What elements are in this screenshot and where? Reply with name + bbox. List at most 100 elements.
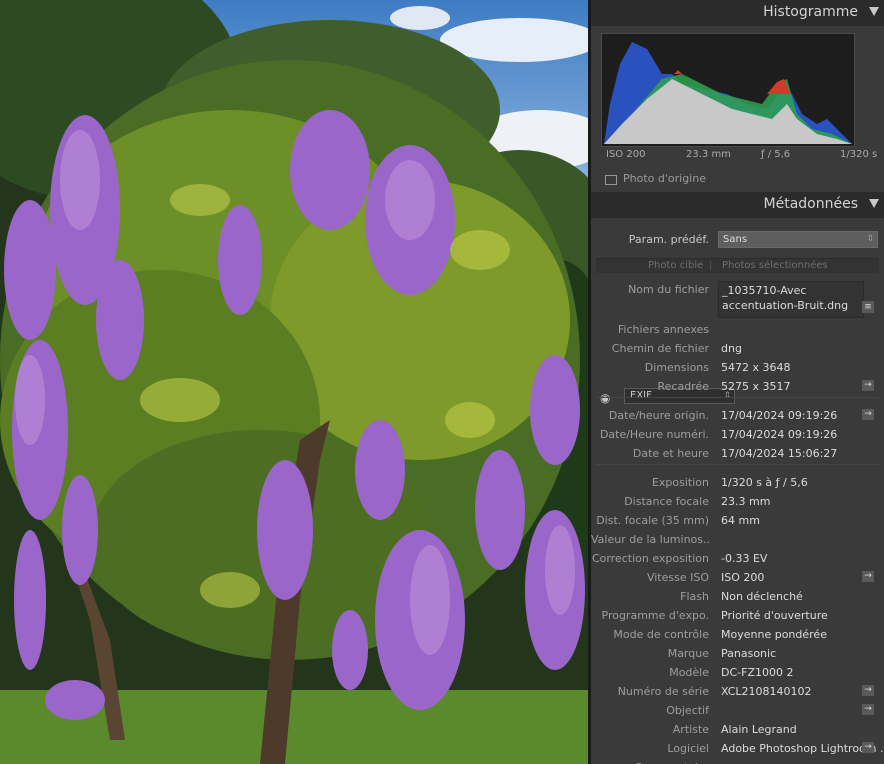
meta-value: 17/04/2024 09:19:26 xyxy=(721,428,838,441)
histogram-header[interactable]: Histogramme xyxy=(591,0,884,26)
meta-label: Chemin de fichier xyxy=(611,342,709,355)
meta-value: 5275 x 3517 xyxy=(721,380,791,393)
meta-row: Marque Panasonic xyxy=(591,644,884,663)
meta-label: Objectif xyxy=(666,704,709,717)
meta-value: Panasonic xyxy=(721,647,777,660)
meta-row: Fichiers annexes xyxy=(591,320,884,339)
meta-row: Artiste Alain Legrand xyxy=(591,720,884,739)
meta-value: -0.33 EV xyxy=(721,552,768,565)
list-icon[interactable]: ≡ xyxy=(862,301,874,313)
tab-divider: | xyxy=(709,260,713,271)
meta-value: 17/04/2024 09:19:26 xyxy=(721,409,838,422)
dropdown-icon: ⇕ xyxy=(866,234,874,244)
meta-value: 23.3 mm xyxy=(721,495,771,508)
meta-value: DC-FZ1000 2 xyxy=(721,666,794,679)
photo-preview[interactable] xyxy=(0,0,588,764)
meta-label: Exposition xyxy=(651,476,709,489)
meta-row: Commentaire xyxy=(591,758,884,764)
meta-value: XCL2108140102 xyxy=(721,685,812,698)
goto-arrow-icon[interactable]: → xyxy=(862,409,874,420)
target-tabs: Photo cible | Photos sélectionnées xyxy=(596,258,879,273)
meta-row: Date/Heure numéri. 17/04/2024 09:19:26 xyxy=(591,425,884,444)
meta-label: Correction exposition xyxy=(591,552,709,565)
preset-label: Param. prédéf. xyxy=(628,233,709,246)
goto-arrow-icon[interactable]: → xyxy=(862,685,874,696)
collapse-triangle-icon[interactable] xyxy=(869,7,879,16)
meta-value: Non déclenché xyxy=(721,590,803,603)
meta-row: Flash Non déclenché xyxy=(591,587,884,606)
meta-row: Date/heure origin. 17/04/2024 09:19:26 → xyxy=(591,406,884,425)
meta-value: ISO 200 xyxy=(721,571,765,584)
filename-line-2: accentuation-Bruit.dng xyxy=(722,299,849,312)
meta-value: 64 mm xyxy=(721,514,760,527)
meta-row: Programme d'expo. Priorité d'ouverture xyxy=(591,606,884,625)
goto-arrow-icon[interactable]: → xyxy=(862,704,874,715)
meta-label: Logiciel xyxy=(667,742,709,755)
meta-value: Moyenne pondérée xyxy=(721,628,827,641)
meta-value: Alain Legrand xyxy=(721,723,797,736)
meta-label: Valeur de la luminos... xyxy=(591,533,709,546)
meta-label: Programme d'expo. xyxy=(601,609,710,622)
preset-select[interactable]: Sans ⇕ xyxy=(718,231,878,248)
tab-selected-photos[interactable]: Photos sélectionnées xyxy=(722,260,828,271)
filename-line-1: _1035710-Avec xyxy=(722,284,807,297)
meta-label: Date/Heure numéri. xyxy=(599,428,709,441)
meta-row: Objectif → xyxy=(591,701,884,720)
histo-focal: 23.3 mm xyxy=(686,149,731,160)
tab-target-photo[interactable]: Photo cible xyxy=(648,260,703,271)
meta-label: Numéro de série xyxy=(617,685,709,698)
meta-label: Recadrée xyxy=(657,380,709,393)
goto-arrow-icon[interactable]: → xyxy=(862,571,874,582)
meta-label: Nom du fichier xyxy=(628,283,709,296)
meta-value: 17/04/2024 15:06:27 xyxy=(721,447,838,460)
meta-row: Mode de contrôle Moyenne pondérée xyxy=(591,625,884,644)
meta-row: Chemin de fichier dng xyxy=(591,339,884,358)
meta-row: Date et heure 17/04/2024 15:06:27 xyxy=(591,444,884,463)
histogram-graph[interactable] xyxy=(601,33,855,147)
meta-label: Vitesse ISO xyxy=(646,571,709,584)
goto-arrow-icon[interactable]: → xyxy=(862,380,874,391)
meta-label: Artiste xyxy=(672,723,709,736)
meta-row: Distance focale 23.3 mm xyxy=(591,492,884,511)
meta-label: Dimensions xyxy=(644,361,709,374)
histogram-curves xyxy=(604,42,852,144)
histogram-title: Histogramme xyxy=(763,4,858,20)
meta-label: Flash xyxy=(680,590,709,603)
meta-value: Adobe Photoshop Lightroom ... xyxy=(721,742,884,755)
wisteria-photo xyxy=(0,0,588,764)
metadata-header[interactable]: ◉ EXIF ⇕ Métadonnées xyxy=(591,192,884,405)
meta-row: Vitesse ISO ISO 200 → xyxy=(591,568,884,587)
meta-label: Marque xyxy=(667,647,709,660)
metadata-title: Métadonnées xyxy=(763,196,858,212)
meta-row: Logiciel Adobe Photoshop Lightroom ... → xyxy=(591,739,884,758)
meta-label: Distance focale xyxy=(624,495,709,508)
meta-row: Numéro de série XCL2108140102 → xyxy=(591,682,884,701)
collapse-triangle-icon[interactable] xyxy=(869,199,879,208)
meta-row: Dimensions 5472 x 3648 xyxy=(591,358,884,377)
original-photo-label: Photo d'origine xyxy=(623,172,706,185)
meta-row: Dist. focale (35 mm) 64 mm xyxy=(591,511,884,530)
histo-shutter: 1/320 s xyxy=(840,149,878,160)
filename-field[interactable]: _1035710-Avec accentuation-Bruit.dng xyxy=(718,281,864,318)
preset-value: Sans xyxy=(723,234,748,245)
right-panel: Histogramme ISO 200 23.3 mm ƒ / 5,6 1/32… xyxy=(591,0,884,764)
meta-row: Exposition 1/320 s à ƒ / 5,6 xyxy=(591,473,884,492)
meta-label: Date et heure xyxy=(632,447,709,460)
meta-row: Correction exposition -0.33 EV xyxy=(591,549,884,568)
meta-label: Dist. focale (35 mm) xyxy=(596,514,709,527)
section-separator xyxy=(596,464,879,465)
goto-arrow-icon[interactable]: → xyxy=(862,742,874,753)
meta-label: Mode de contrôle xyxy=(613,628,709,641)
histo-iso: ISO 200 xyxy=(606,149,646,160)
section-separator xyxy=(596,397,879,398)
meta-value: Priorité d'ouverture xyxy=(721,609,828,622)
meta-label: Modèle xyxy=(669,666,709,679)
original-photo-checkbox[interactable] xyxy=(605,175,617,185)
meta-row: Modèle DC-FZ1000 2 xyxy=(591,663,884,682)
histo-aperture: ƒ / 5,6 xyxy=(761,149,791,160)
meta-row: Recadrée 5275 x 3517 → xyxy=(591,377,884,396)
meta-value: dng xyxy=(721,342,742,355)
meta-label: Date/heure origin. xyxy=(608,409,709,422)
meta-row: Valeur de la luminos... xyxy=(591,530,884,549)
meta-value: 1/320 s à ƒ / 5,6 xyxy=(721,476,808,489)
